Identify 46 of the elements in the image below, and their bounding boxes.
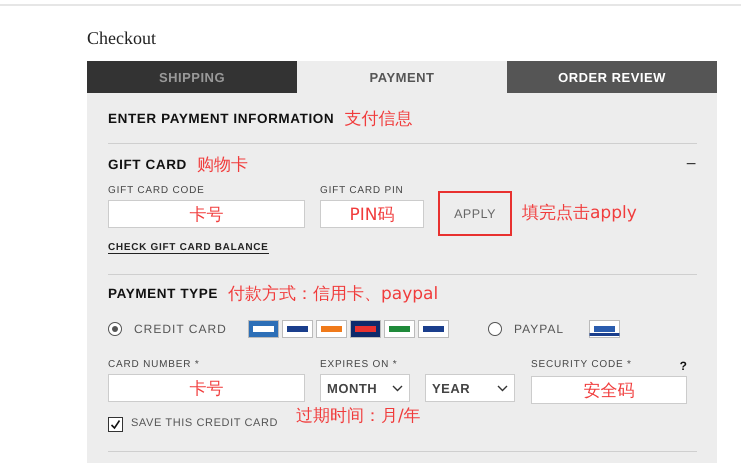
card-logo-icon	[418, 320, 449, 338]
card-logo-icon	[589, 320, 620, 338]
annotation-text: 购物卡	[196, 154, 248, 176]
collapse-toggle[interactable]: −	[685, 156, 697, 172]
field-label: SECURITY CODE *	[531, 359, 632, 371]
section-title: ENTER PAYMENT INFORMATION	[108, 110, 334, 126]
month-select[interactable]: MONTH	[320, 374, 410, 402]
apply-button[interactable]: APPLY	[438, 191, 512, 236]
chevron-icon	[497, 384, 508, 392]
chevron-icon	[392, 384, 403, 392]
option-label: CREDIT CARD	[134, 322, 227, 336]
card-logo-icon	[248, 320, 279, 338]
input-field[interactable]: 卡号	[108, 200, 305, 228]
annotation-text: 付款方式：信用卡、paypal	[228, 282, 438, 304]
year-select[interactable]: YEAR	[425, 374, 515, 402]
section-title: GIFT CARD	[108, 156, 187, 172]
step-tab[interactable]: ORDER REVIEW	[507, 61, 717, 93]
annotation-text: 卡号	[190, 204, 224, 226]
checkbox-label: SAVE THIS CREDIT CARD	[131, 417, 278, 429]
annotation-text: 填完点击apply	[522, 202, 637, 224]
balance-link[interactable]: CHECK GIFT CARD BALANCE	[108, 242, 269, 254]
radio-button[interactable]	[108, 322, 122, 336]
input-field[interactable]: 卡号	[108, 374, 305, 402]
section-title: PAYMENT TYPE	[108, 286, 218, 300]
step-tab[interactable]: PAYMENT	[297, 61, 507, 93]
annotation-text: 支付信息	[344, 108, 412, 130]
page-title: Checkout	[87, 28, 157, 50]
radio-button[interactable]	[488, 322, 502, 336]
card-logo-icon	[384, 320, 415, 338]
help-icon[interactable]: ?	[680, 359, 687, 373]
card-logo-icon	[316, 320, 347, 338]
step-tab[interactable]: SHIPPING	[87, 61, 297, 93]
input-field[interactable]: 安全码	[531, 376, 687, 404]
annotation-text: 安全码	[584, 380, 634, 402]
card-logo-icon	[350, 320, 381, 338]
field-label: CARD NUMBER *	[108, 359, 201, 371]
field-label: GIFT CARD CODE	[108, 185, 206, 197]
card-logo-icon	[282, 320, 313, 338]
annotation-text: 卡号	[190, 378, 224, 400]
option-label: PAYPAL	[514, 322, 564, 336]
annotation-text: 过期时间：月/年	[296, 405, 422, 427]
input-field[interactable]: PIN码	[320, 200, 424, 228]
annotation-text: PIN码	[350, 204, 394, 226]
field-label: EXPIRES ON *	[320, 359, 398, 371]
checkbox[interactable]	[108, 417, 123, 432]
field-label: GIFT CARD PIN	[320, 185, 405, 197]
